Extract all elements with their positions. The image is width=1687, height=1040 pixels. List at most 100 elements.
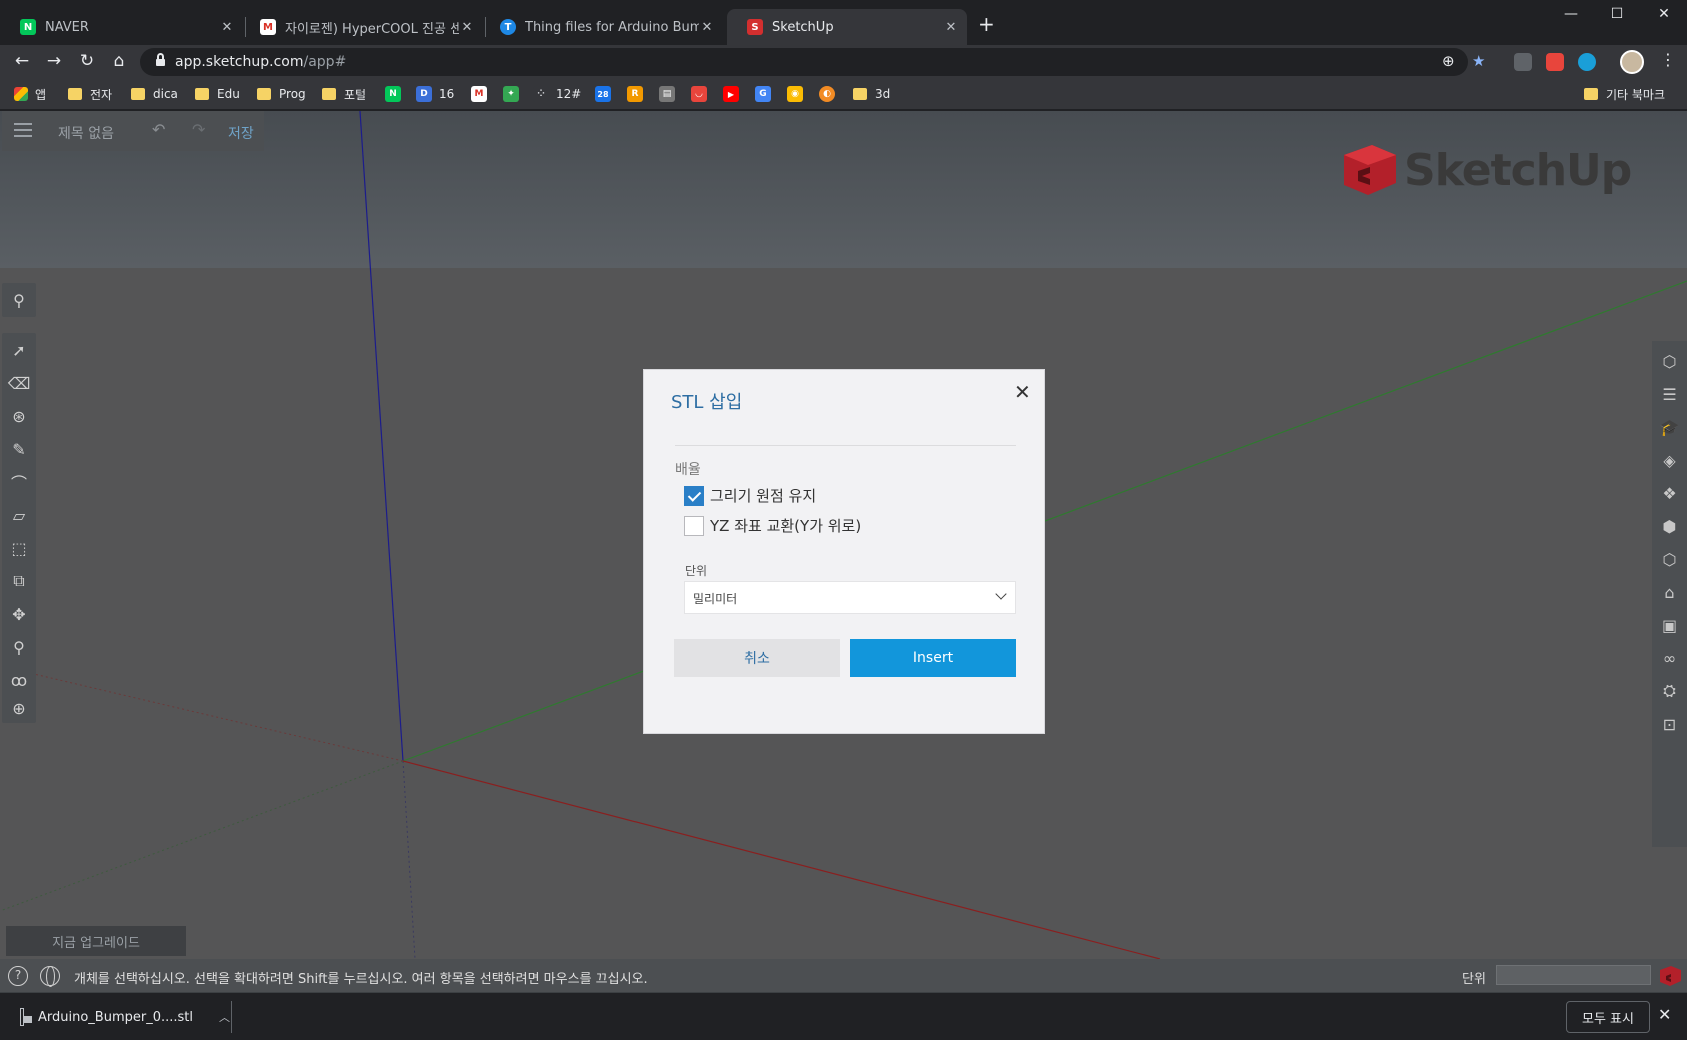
orbit-icon[interactable]: ⊕ <box>2 691 36 725</box>
close-icon[interactable]: ✕ <box>1014 380 1031 404</box>
thingiverse-icon: T <box>500 19 516 35</box>
close-icon[interactable]: ✕ <box>459 20 475 35</box>
close-icon[interactable]: ✕ <box>1658 1005 1671 1024</box>
bookmark-gmail[interactable]: M <box>471 85 487 103</box>
office-extension-icon[interactable] <box>1546 53 1564 71</box>
bookmark-youtube[interactable]: ▶ <box>723 85 739 103</box>
globe-icon[interactable] <box>40 966 60 987</box>
extension-icon[interactable] <box>1514 53 1532 71</box>
close-icon[interactable]: ✕ <box>943 20 959 35</box>
bookmark-printer[interactable]: ▤ <box>659 85 675 103</box>
tab-thingiverse[interactable]: T Thing files for Arduino Bumper ✕ <box>480 9 723 45</box>
bookmark-folder[interactable]: 포털 <box>322 85 366 103</box>
insert-button[interactable]: Insert <box>850 639 1016 677</box>
eraser-icon[interactable]: ⌫ <box>2 366 36 400</box>
chevron-up-icon[interactable]: ︿ <box>219 1009 230 1025</box>
bookmark-folder[interactable]: Edu <box>195 85 240 103</box>
folder-icon <box>257 88 271 100</box>
search-icon[interactable]: ⚲ <box>2 283 36 317</box>
extension-warehouse-icon[interactable]: ⊡ <box>1652 708 1687 740</box>
close-icon[interactable]: ✕ <box>219 20 235 35</box>
rectangle-icon[interactable]: ▱ <box>2 498 36 532</box>
close-icon[interactable]: ✕ <box>699 20 715 35</box>
checkbox-checked[interactable] <box>684 485 704 506</box>
bookmark-orange[interactable]: ◐ <box>819 85 835 103</box>
hamburger-menu-icon[interactable] <box>14 123 32 137</box>
bookmark-maps[interactable]: ◉ <box>787 85 803 103</box>
push-pull-icon[interactable]: ⬚ <box>2 531 36 565</box>
scenes-icon[interactable]: ▣ <box>1652 609 1687 641</box>
redo-icon[interactable]: ↷ <box>192 120 205 139</box>
select-arrow-icon[interactable]: ➚ <box>2 333 36 367</box>
tab-gmail[interactable]: M 자이로젠) HyperCOOL 진공 센서 ✕ <box>240 9 483 45</box>
new-tab-button[interactable]: + <box>978 12 995 36</box>
entity-info-icon[interactable]: ⬡ <box>1652 345 1687 377</box>
home-icon[interactable]: ⌂ <box>108 51 130 71</box>
download-shelf: Arduino_Bumper_0....stl ︿ 모두 표시 ✕ <box>0 992 1687 1040</box>
help-icon[interactable]: ? <box>8 966 28 986</box>
status-message: 개체를 선택하십시오. 선택을 확대하려면 Shift를 누르십시오. 여러 항… <box>74 972 648 987</box>
bookmark-pinwheel[interactable]: ✦ <box>503 85 519 103</box>
instructor-icon[interactable]: 🎓 <box>1652 411 1687 443</box>
tape-measure-icon[interactable]: ⚲ <box>2 630 36 664</box>
preserve-origin-option[interactable]: 그리기 원점 유지 <box>684 485 816 506</box>
minimize-icon[interactable]: — <box>1561 6 1581 22</box>
bookmark-folder[interactable]: dica <box>131 85 178 103</box>
display-icon[interactable]: ∞ <box>1652 642 1687 674</box>
back-icon[interactable]: ← <box>11 51 33 71</box>
install-app-icon[interactable]: ⊕ <box>1442 52 1455 70</box>
document-title[interactable]: 제목 없음 <box>58 123 114 143</box>
forward-icon[interactable]: → <box>43 51 65 71</box>
bookmark-folder[interactable]: Prog <box>257 85 306 103</box>
tags-icon[interactable]: ⌂ <box>1652 576 1687 608</box>
undo-icon[interactable]: ↶ <box>152 120 165 139</box>
sketchup-status-icon[interactable] <box>1658 964 1682 988</box>
download-item[interactable]: Arduino_Bumper_0....stl ︿ <box>8 999 230 1035</box>
materials-icon[interactable]: ◈ <box>1652 444 1687 476</box>
arc-icon[interactable]: ⌒ <box>2 465 36 499</box>
show-all-button[interactable]: 모두 표시 <box>1566 1001 1650 1033</box>
naver-icon: N <box>385 86 401 102</box>
unit-select[interactable]: 밀리미터 <box>684 581 1016 614</box>
bookmark-calendar[interactable]: 28 <box>595 85 611 103</box>
outliner-icon[interactable]: ☰ <box>1652 378 1687 410</box>
avatar[interactable] <box>1620 50 1644 74</box>
blue-axis-negative <box>402 760 416 959</box>
bookmark-pocket[interactable]: ◡ <box>691 85 707 103</box>
tab-strip: N NAVER ✕ M 자이로젠) HyperCOOL 진공 센서 ✕ T Th… <box>0 0 1687 45</box>
scenes-view-icon[interactable]: ⬡ <box>1652 543 1687 575</box>
move-icon[interactable]: ✥ <box>2 597 36 631</box>
menu-icon[interactable]: ⋮ <box>1660 50 1676 69</box>
checkbox[interactable] <box>684 515 704 536</box>
bookmark-apps[interactable]: 앱 <box>14 85 46 103</box>
solid-inspector-icon[interactable]: ⛭ <box>1652 675 1687 707</box>
bookmark-d[interactable]: D 16 <box>416 85 454 103</box>
bookmark-r[interactable]: R <box>627 85 643 103</box>
address-bar[interactable]: app.sketchup.com/app# ⊕ ★ <box>140 48 1485 76</box>
bookmark-label: 앱 <box>35 87 47 102</box>
swap-yz-option[interactable]: YZ 좌표 교환(Y가 위로) <box>684 515 861 536</box>
maximize-icon[interactable]: ☐ <box>1607 6 1627 22</box>
measurement-input[interactable] <box>1496 965 1651 985</box>
tab-sketchup[interactable]: S SketchUp ✕ <box>727 9 967 45</box>
bookmark-folder[interactable]: 전자 <box>68 85 112 103</box>
bookmark-other[interactable]: 기타 북마크 <box>1584 85 1665 103</box>
offset-icon[interactable]: ⧉ <box>2 564 36 598</box>
styles-icon[interactable]: ⬢ <box>1652 510 1687 542</box>
paint-bucket-icon[interactable]: ⊛ <box>2 399 36 433</box>
extension-icon[interactable] <box>1578 53 1596 71</box>
bookmark-translate[interactable]: G <box>755 85 771 103</box>
upgrade-button[interactable]: 지금 업그레이드 <box>6 926 186 956</box>
star-icon[interactable]: ★ <box>1472 52 1485 70</box>
dots-icon: ⁘ <box>533 86 549 102</box>
bookmark-naver[interactable]: N <box>385 85 401 103</box>
close-window-icon[interactable]: ✕ <box>1654 6 1674 22</box>
save-button[interactable]: 저장 <box>228 123 254 143</box>
bookmark-12[interactable]: ⁘ 12# <box>533 85 581 103</box>
cancel-button[interactable]: 취소 <box>674 639 840 677</box>
components-icon[interactable]: ❖ <box>1652 477 1687 509</box>
bookmark-folder[interactable]: 3d <box>853 85 890 103</box>
pencil-icon[interactable]: ✎ <box>2 432 36 466</box>
reload-icon[interactable]: ↻ <box>76 51 98 71</box>
tab-naver[interactable]: N NAVER ✕ <box>0 9 243 45</box>
